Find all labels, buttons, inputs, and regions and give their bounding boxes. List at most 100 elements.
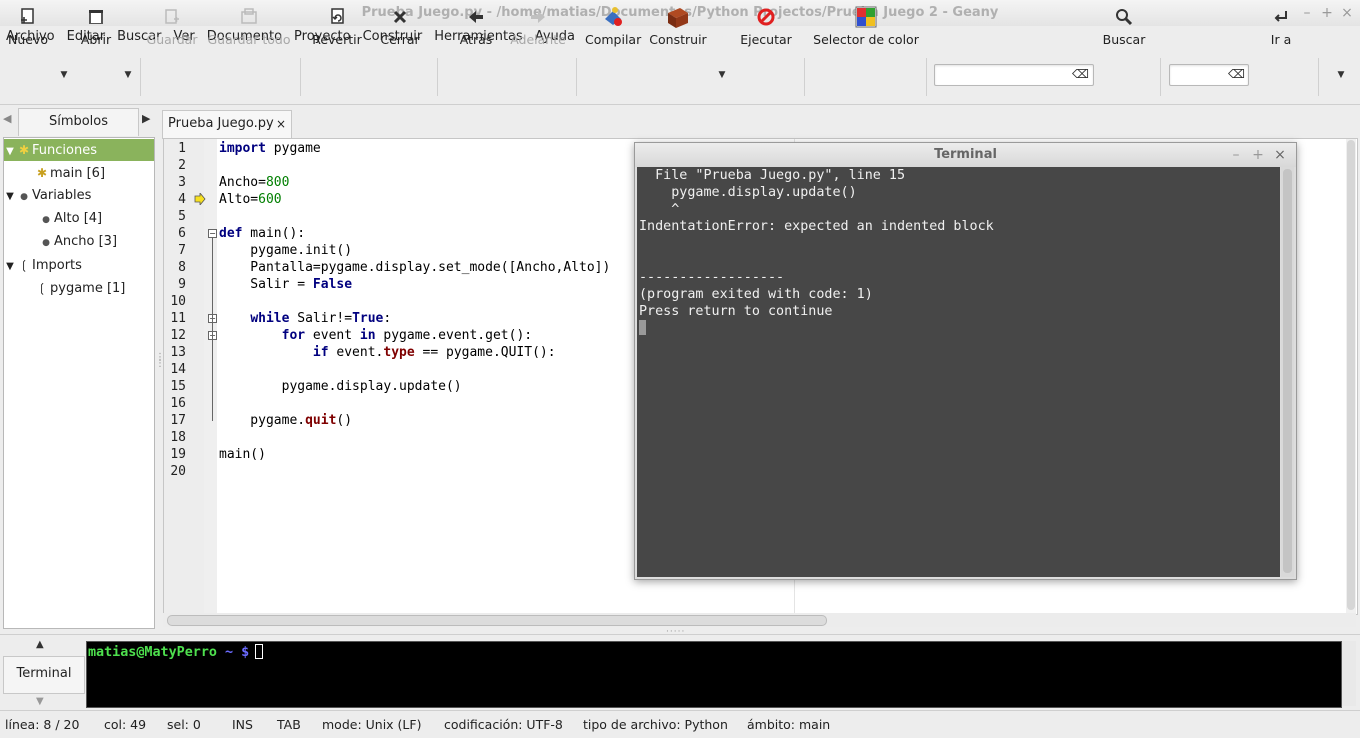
revert-icon: [311, 2, 363, 32]
open-file-icon: [76, 2, 116, 32]
tab-close-icon[interactable]: ×: [276, 111, 286, 137]
new-button[interactable]: Nuevo: [6, 2, 50, 54]
code-line-19: main(): [219, 447, 266, 462]
panel-tab-down-icon[interactable]: ▼: [36, 696, 44, 707]
goto-line-input[interactable]: ⌫: [1169, 64, 1249, 86]
code-line-6: def main():: [219, 226, 306, 241]
toolbar-separator: [804, 58, 805, 96]
terminal-window[interactable]: Terminal – + × File "Prueba Juego.py", l…: [634, 142, 1297, 580]
line-number-gutter: 1 2 3 4 5 6 7 8 9 10 11 12 13 14 15 16 1…: [164, 139, 204, 614]
back-button[interactable]: Atrás: [455, 2, 497, 54]
new-file-icon: [6, 2, 50, 32]
arrow-right-icon: [509, 2, 567, 32]
code-line-9: Salir = False: [219, 277, 353, 292]
status-bar: línea: 8 / 20 col: 49 sel: 0 INS TAB mod…: [0, 710, 1360, 738]
close-icon[interactable]: ×: [1338, 4, 1356, 22]
tree-item-imports[interactable]: ▼ ❲ Imports: [4, 254, 82, 276]
sidebar-tab-scroll-left-icon[interactable]: ◀: [3, 112, 11, 125]
clear-search-icon[interactable]: ⌫: [1072, 67, 1089, 81]
save-all-button[interactable]: Guardar todo: [206, 2, 292, 54]
terminal-minimize-icon[interactable]: –: [1227, 146, 1245, 164]
code-line-1: import pygame: [219, 141, 321, 156]
toolbar-overflow-arrow-icon[interactable]: ▼: [1336, 70, 1346, 80]
code-line-8: Pantalla=pygame.display.set_mode([Ancho,…: [219, 260, 611, 275]
sidebar-tab-symbols[interactable]: Símbolos: [18, 108, 139, 136]
code-line-15: pygame.display.update(): [219, 379, 462, 394]
toolbar-separator: [1160, 58, 1161, 96]
compile-button[interactable]: Compilar: [585, 2, 641, 54]
toolbar-separator: [140, 58, 141, 96]
search-icon: [1100, 2, 1148, 32]
code-line-4: Alto=600: [219, 192, 282, 207]
code-line-3: Ancho=800: [219, 175, 290, 190]
open-button[interactable]: Abrir: [76, 2, 116, 54]
minimize-icon[interactable]: –: [1298, 4, 1316, 22]
terminal-title-bar[interactable]: Terminal: [635, 143, 1296, 167]
expander-open-icon[interactable]: ▼: [4, 141, 16, 163]
toolbar-separator: [437, 58, 438, 96]
terminal-line: pygame.display.update(): [639, 185, 857, 200]
revert-button[interactable]: Revertir: [311, 2, 363, 54]
tree-item-funciones[interactable]: ▼ ✱ Funciones: [4, 139, 154, 161]
arrow-left-icon: [455, 2, 497, 32]
expander-open-icon[interactable]: ▼: [4, 186, 16, 208]
embedded-terminal-scrollbar[interactable]: [1342, 641, 1356, 706]
execute-button[interactable]: Ejecutar: [738, 2, 794, 54]
forward-button[interactable]: Adelante: [509, 2, 567, 54]
close-file-button[interactable]: Cerrar: [378, 2, 422, 54]
terminal-close-icon[interactable]: ×: [1271, 146, 1289, 164]
status-line: línea: 8 / 20: [5, 717, 80, 732]
tree-item-ancho[interactable]: ● Ancho [3]: [38, 231, 117, 253]
goto-return-icon: [1262, 2, 1300, 32]
color-picker-icon: [813, 2, 919, 32]
bottom-tab-terminal[interactable]: Terminal: [3, 656, 85, 694]
clear-goto-icon[interactable]: ⌫: [1228, 67, 1245, 81]
terminal-scroll-thumb[interactable]: [1283, 169, 1292, 573]
sidebar-tab-scroll-right-icon[interactable]: ▶: [142, 112, 150, 125]
terminal-maximize-icon[interactable]: +: [1249, 146, 1267, 164]
expander-open-icon[interactable]: ▼: [4, 256, 16, 278]
compile-icon: [585, 2, 641, 32]
tree-item-main[interactable]: ✱ main [6]: [34, 162, 105, 184]
shell-prompt: matias@MatyPerro ~ $: [88, 645, 258, 660]
terminal-line: ------------------: [639, 270, 785, 285]
tree-item-pygame[interactable]: ❲ pygame [1]: [34, 277, 125, 299]
code-line-12: for event in pygame.event.get():: [281, 328, 533, 343]
save-button[interactable]: Guardar: [146, 2, 198, 54]
toolbar-separator: [1318, 58, 1319, 96]
horizontal-scroll-thumb[interactable]: [167, 615, 827, 626]
tree-item-alto[interactable]: ● Alto [4]: [38, 208, 102, 230]
code-line-17: pygame.quit(): [219, 413, 353, 428]
open-dropdown-arrow-icon[interactable]: ▼: [123, 70, 133, 80]
save-icon: [146, 2, 198, 32]
fold-margin: [204, 139, 217, 614]
goto-button[interactable]: Ir a: [1262, 2, 1300, 54]
toolbar-separator: [926, 58, 927, 96]
variable-icon: ●: [42, 215, 50, 225]
tree-item-variables[interactable]: ▼ ● Variables: [4, 185, 91, 207]
status-scope: ámbito: main: [747, 717, 831, 732]
toolbar-separator: [576, 58, 577, 96]
search-input[interactable]: ⌫: [934, 64, 1094, 86]
embedded-terminal[interactable]: matias@MatyPerro ~ $: [86, 641, 1342, 708]
color-picker-button[interactable]: Selector de color: [813, 2, 919, 54]
variable-icon: ●: [42, 238, 50, 248]
panel-tab-up-icon[interactable]: ▲: [36, 639, 44, 650]
search-button[interactable]: Buscar: [1100, 2, 1148, 54]
fold-toggle-icon[interactable]: −: [208, 229, 217, 238]
vertical-scroll-thumb[interactable]: [1347, 140, 1355, 610]
terminal-line: Press return to continue: [639, 304, 833, 319]
close-x-icon: [378, 2, 422, 32]
build-button[interactable]: Construir: [648, 2, 708, 54]
terminal-output[interactable]: File "Prueba Juego.py", line 15 pygame.d…: [637, 167, 1280, 577]
status-col: col: 49: [104, 717, 147, 732]
variable-icon: ●: [20, 192, 28, 202]
status-filetype: tipo de archivo: Python: [583, 717, 728, 732]
maximize-icon[interactable]: +: [1318, 4, 1336, 22]
editor-tab-prueba-juego[interactable]: Prueba Juego.py ×: [162, 110, 292, 139]
toolbar-separator: [300, 58, 301, 96]
status-tab: TAB: [277, 717, 301, 732]
new-dropdown-arrow-icon[interactable]: ▼: [59, 70, 69, 80]
terminal-cursor: [639, 320, 646, 335]
build-dropdown-arrow-icon[interactable]: ▼: [717, 70, 727, 80]
